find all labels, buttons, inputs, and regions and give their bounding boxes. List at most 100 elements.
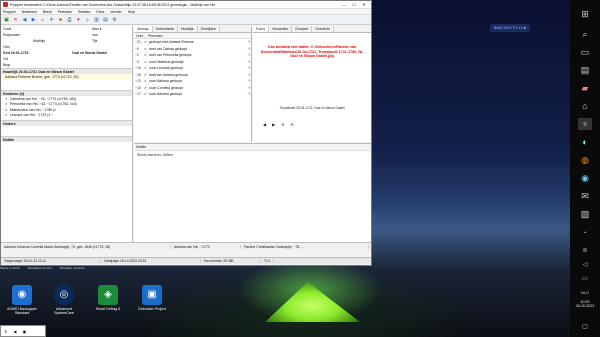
edit-icon[interactable]: ✎ xyxy=(248,86,251,90)
mail-icon[interactable]: ✉ xyxy=(578,190,592,202)
up-chevron-icon[interactable]: ⌃ xyxy=(578,228,592,240)
notifications-icon[interactable]: ▢ xyxy=(578,320,592,332)
edit-icon[interactable]: ✎ xyxy=(248,73,251,77)
forward-icon[interactable]: ▶ xyxy=(30,16,37,23)
menu-proppen[interactable]: Proppen xyxy=(3,10,16,14)
desktop-icon-aomei[interactable]: ◉ AOMEI Backupper Standard xyxy=(4,285,40,315)
next-icon[interactable]: ▶ xyxy=(272,122,275,127)
file-explorer-icon[interactable]: ▤ xyxy=(578,64,592,76)
tray-notification[interactable]: BAW 30% IT% 13 ■ xyxy=(490,24,530,32)
chart-icon[interactable]: ▥ xyxy=(93,16,100,23)
edit-icon[interactable]: ✎ xyxy=(248,60,251,64)
edit-icon[interactable]: ✎ xyxy=(248,79,251,83)
tree-icon[interactable]: ♣ xyxy=(57,16,64,23)
chrome-icon[interactable]: ◉ xyxy=(578,172,592,184)
print-icon[interactable]: ⎙ xyxy=(66,16,73,23)
tab-gebeurtenis[interactable]: Gebeurtenis xyxy=(153,26,178,32)
field-label: Begr xyxy=(3,63,11,67)
menu-bewerken[interactable]: Bewerken xyxy=(22,10,37,14)
relative-cell[interactable]: Pauline Christiaanse Gastraptje, ~78, ..… xyxy=(241,244,369,249)
gender-select[interactable]: Man ▾ xyxy=(92,27,132,31)
tab-fotos[interactable]: Foto's xyxy=(253,26,270,32)
status-code: TI-3 xyxy=(261,259,274,263)
window-icon[interactable]: ▣ xyxy=(22,329,26,334)
volume-icon[interactable]: ◁ xyxy=(578,258,592,270)
settings-icon[interactable]: ⚙ xyxy=(111,16,118,23)
bookmark-icon[interactable]: ♥ xyxy=(75,16,82,23)
menu-personen[interactable]: Personen xyxy=(58,10,73,14)
desktop-icon-smart-defrag[interactable]: ◈ Smart Defrag 6 xyxy=(90,285,126,311)
menu-beeld[interactable]: Beeld xyxy=(43,10,52,14)
firefox-icon[interactable]: ◍ xyxy=(578,154,592,166)
close-button[interactable]: ✕ xyxy=(359,2,369,7)
notes-textarea[interactable]: Wordt-inst/zetel: Ja/Nee xyxy=(134,151,371,159)
check-icon: ✔ xyxy=(5,113,8,118)
search-icon[interactable]: ⌕ xyxy=(84,16,91,23)
genealogy-app-icon[interactable]: ♆ xyxy=(578,118,592,130)
network-icon[interactable]: ≋ xyxy=(578,244,592,256)
taskbar: ⊞ ⌕ ▭ ▤ ▰ ⌂ ♆ ◐ ◍ ◉ ✉ ▨ ⌃ ≋ ◁ ▭ NLD 10:3… xyxy=(570,0,600,337)
prev-icon[interactable]: ◀ xyxy=(263,122,266,127)
report-icon[interactable]: ▤ xyxy=(102,16,109,23)
back-icon[interactable]: ◀ xyxy=(13,329,16,334)
relative-cell[interactable]: Adriana van Hei, ~1773 xyxy=(171,244,241,249)
photos-icon[interactable]: ▨ xyxy=(578,208,592,220)
tab-huwelijk[interactable]: Huwelijk xyxy=(178,26,198,32)
menu-relaties[interactable]: Relaties xyxy=(78,10,90,14)
edit-icon[interactable]: ✎ xyxy=(248,40,251,44)
surname-field[interactable]: Tijs xyxy=(92,39,132,43)
app-red-icon[interactable]: ▰ xyxy=(578,82,592,94)
edit-icon[interactable]: ✎ xyxy=(248,47,251,51)
desktop-icon-label: Advanced SystemCare xyxy=(54,307,74,316)
desktop-icon-advanced-systemcare[interactable]: ◎ Advanced SystemCare xyxy=(46,285,82,315)
save-icon[interactable]: ▣ xyxy=(3,16,10,23)
edit-icon[interactable]: ✎ xyxy=(248,53,251,57)
app-icon xyxy=(3,2,8,7)
battery-icon[interactable]: ▭ xyxy=(578,272,592,284)
column-header[interactable]: Personen xyxy=(146,34,163,38)
event-row[interactable]: ~17 ✔ zoon Adriana gedoopt ✎ xyxy=(134,91,251,98)
child-row[interactable]: ✔ Leonard van Hei, ~1723 (± ~ xyxy=(1,113,132,119)
start-windows-icon[interactable]: ⊞ xyxy=(578,8,592,20)
tab-verloop[interactable]: Verloop xyxy=(134,26,153,32)
add-person-icon[interactable]: ✚ xyxy=(48,16,55,23)
tab-overlijden[interactable]: Overlijden xyxy=(198,26,220,32)
task-view-icon[interactable]: ▭ xyxy=(578,46,592,58)
events-tabs: Verloop Gebeurtenis Huwelijk Overlijden xyxy=(134,26,251,33)
delete-icon[interactable]: ✕ xyxy=(12,16,19,23)
edit-icon[interactable]: ✎ xyxy=(248,66,251,70)
language-indicator[interactable]: NLD xyxy=(578,286,592,298)
relative-cell[interactable]: Adriana Johanna Cornelia Maria Gastraptj… xyxy=(1,244,171,249)
column-header[interactable]: Leef... xyxy=(134,34,146,38)
baptism-place[interactable]: Oud en Nieuw Gastel xyxy=(72,51,132,55)
close-icon[interactable]: ✕ xyxy=(4,329,7,334)
home-icon[interactable]: ⌂ xyxy=(39,16,46,23)
spouse-row[interactable]: Adriana Pieterse Broere, geb. 1773 (±171… xyxy=(1,74,132,80)
firstname-field[interactable]: Matthijs xyxy=(33,39,92,43)
folder-icon[interactable]: ⌂ xyxy=(578,100,592,112)
menu-help[interactable]: Help xyxy=(128,10,135,14)
title-bar[interactable]: Proppen bestanden\ C:\Gene-kosmos\Famili… xyxy=(1,1,371,9)
event-age: ~2 xyxy=(135,53,139,58)
mini-window[interactable]: ✕ ◀ ▣ xyxy=(0,325,46,337)
remove-icon[interactable]: ✕ xyxy=(281,122,284,127)
edit-icon[interactable]: ✎ xyxy=(248,92,251,96)
desktop-icon-project[interactable]: ▣ Gebruiker Project xyxy=(134,285,170,311)
menu-extra[interactable]: Extra xyxy=(96,10,104,14)
tab-groepen[interactable]: Groepen xyxy=(292,26,313,32)
event-text: zoon Adriana gedoopt xyxy=(149,79,182,84)
tab-overzicht[interactable]: Overzicht xyxy=(312,26,334,32)
minimize-button[interactable]: — xyxy=(339,2,349,7)
prefix-field[interactable]: van xyxy=(92,33,132,37)
maximize-button[interactable]: ☐ xyxy=(349,2,359,7)
refresh-icon[interactable]: ⟳ xyxy=(291,122,294,127)
smart-defrag-icon: ◈ xyxy=(98,285,118,305)
search-icon[interactable]: ⌕ xyxy=(578,28,592,40)
taskbar-clock[interactable]: 10:30 26-10-2023 xyxy=(572,300,598,309)
notes-header-left[interactable]: Notitie xyxy=(1,136,132,142)
edge-icon[interactable]: ◐ xyxy=(578,136,592,148)
back-icon[interactable]: ◀ xyxy=(21,16,28,23)
tab-verwanten[interactable]: Verwanten xyxy=(269,26,293,32)
menu-venster[interactable]: Venster xyxy=(110,10,122,14)
check-icon: ✔ xyxy=(5,102,8,107)
